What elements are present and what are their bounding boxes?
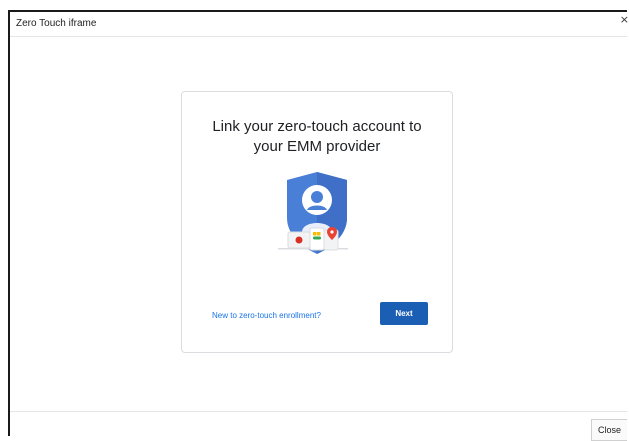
card-title-line-1: Link your zero-touch account to xyxy=(212,118,422,135)
shield-with-user-and-devices-icon xyxy=(278,172,348,254)
dialog-title-bar: Zero Touch iframe xyxy=(10,12,627,37)
new-to-zero-touch-link[interactable]: New to zero-touch enrollment? xyxy=(212,311,321,320)
zero-touch-dialog: Zero Touch iframe × Link your zero-touch… xyxy=(8,10,629,441)
next-button[interactable]: Next xyxy=(380,302,428,325)
dialog-footer-divider xyxy=(10,411,627,412)
dialog-title: Zero Touch iframe xyxy=(16,18,97,29)
close-icon[interactable]: × xyxy=(620,14,629,26)
card-title: Link your zero-touch account to your EMM… xyxy=(182,117,452,157)
card-title-line-2: your EMM provider xyxy=(253,138,381,155)
zero-touch-card: Link your zero-touch account to your EMM… xyxy=(181,91,453,353)
